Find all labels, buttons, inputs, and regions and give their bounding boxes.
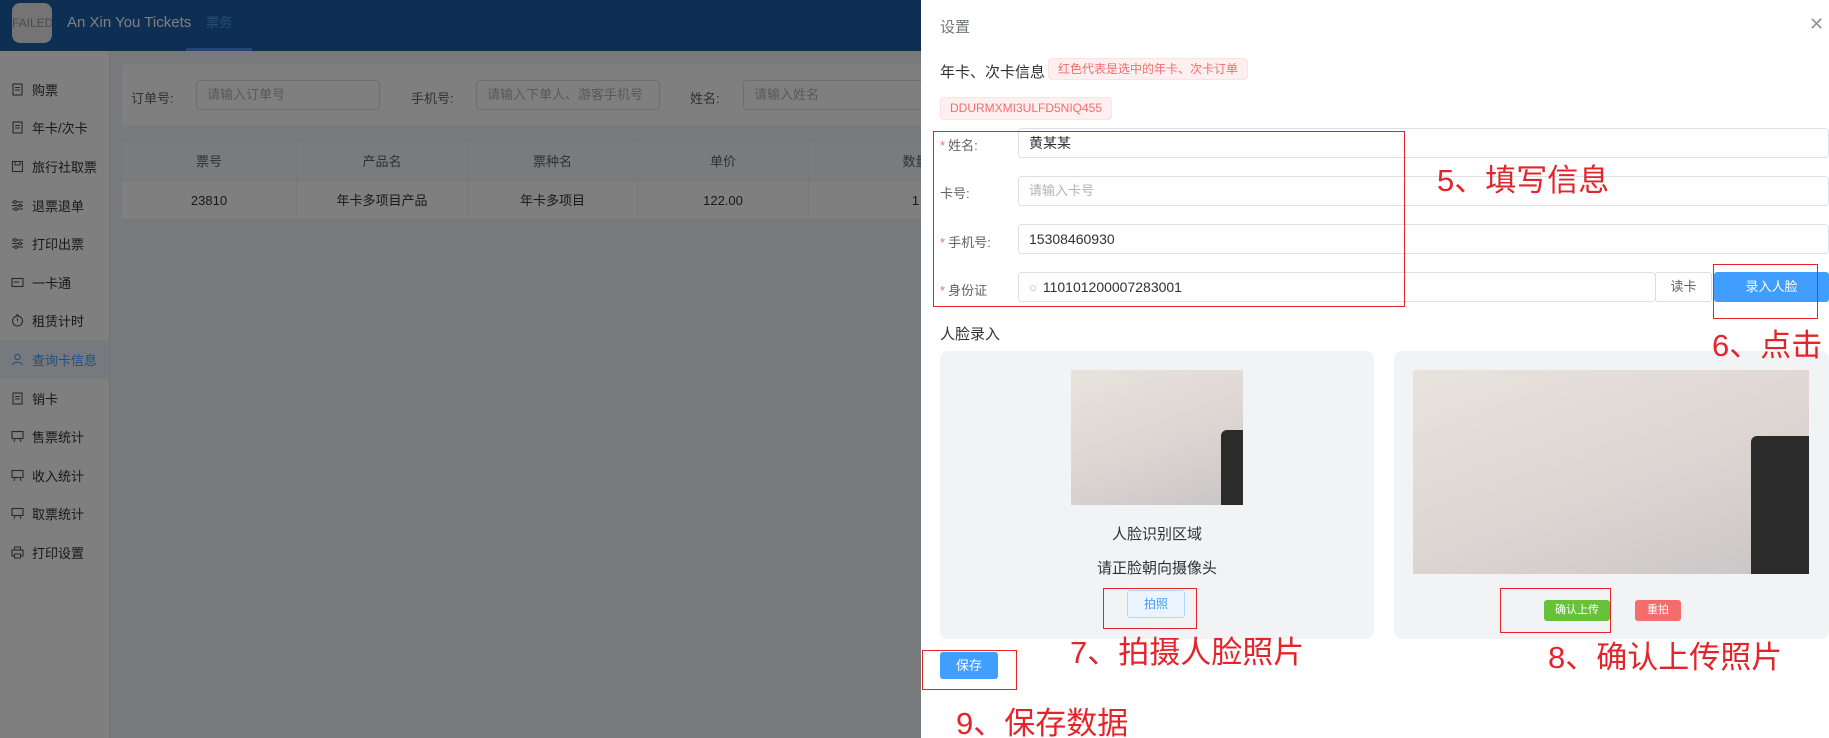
annotation-box-save	[922, 650, 1017, 690]
captured-photo	[1413, 370, 1809, 574]
card-info-label: 年卡、次卡信息	[940, 64, 1046, 81]
annotation-box-confirm-upload	[1500, 588, 1611, 633]
drawer-title: 设置	[940, 19, 971, 36]
annotation-box-enroll-face	[1713, 264, 1818, 319]
face-hint-text: 请正脸朝向摄像头	[1096, 560, 1217, 577]
annotation-step-8: 8、确认上传照片	[1548, 640, 1783, 675]
camera-preview	[1071, 370, 1243, 505]
card-info-hint-tag: 红色代表是选中的年卡、次卡订单	[1048, 58, 1249, 80]
settings-drawer: 设置 ✕ 年卡、次卡信息 红色代表是选中的年卡、次卡订单 DDURMXMI3UL…	[921, 0, 1829, 738]
retake-button[interactable]: 重拍	[1635, 600, 1681, 621]
annotation-box-take-photo	[1103, 588, 1197, 629]
annotation-box-fill-info	[933, 131, 1405, 307]
close-icon[interactable]: ✕	[1809, 14, 1824, 35]
read-card-button[interactable]: 读卡	[1655, 272, 1712, 302]
order-tag[interactable]: DDURMXMI3ULFD5NIQ455	[940, 97, 1113, 120]
annotation-step-7: 7、拍摄人脸照片	[1070, 635, 1305, 670]
photo-preview-card: 确认上传 重拍	[1394, 351, 1829, 639]
chair-shape	[1221, 430, 1243, 505]
annotation-step-6: 6、点击	[1712, 328, 1823, 363]
annotation-step-5: 5、填写信息	[1437, 163, 1610, 198]
face-section-label: 人脸录入	[940, 326, 1001, 343]
chair-shape	[1751, 436, 1809, 574]
annotation-step-9: 9、保存数据	[956, 706, 1129, 738]
face-area-text: 人脸识别区域	[1111, 526, 1202, 543]
